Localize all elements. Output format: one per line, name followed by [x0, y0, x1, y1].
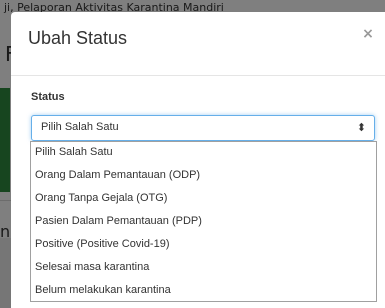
status-option-selesai[interactable]: Selesai masa karantina [35, 261, 149, 273]
status-options-list: Pilih Salah Satu Orang Dalam Pemantauan … [30, 141, 377, 302]
status-select[interactable]: Pilih Salah Satu ⬍ [31, 115, 375, 141]
status-option-belum[interactable]: Belum melakukan karantina [35, 284, 171, 296]
status-option-otg[interactable]: Orang Tanpa Gejala (OTG) [35, 192, 167, 204]
status-option-pilih[interactable]: Pilih Salah Satu [35, 146, 113, 158]
close-icon[interactable]: × [360, 26, 376, 42]
status-field-label: Status [31, 91, 65, 103]
modal-header: Ubah Status × [11, 12, 385, 76]
modal-title: Ubah Status [28, 28, 128, 48]
status-option-positive[interactable]: Positive (Positive Covid-19) [35, 238, 170, 250]
chevron-up-down-icon: ⬍ [356, 121, 366, 134]
status-select-value: Pilih Salah Satu [41, 121, 119, 133]
status-option-pdp[interactable]: Pasien Dalam Pemantauan (PDP) [35, 215, 202, 227]
status-option-odp[interactable]: Orang Dalam Pemantauan (ODP) [35, 169, 200, 181]
